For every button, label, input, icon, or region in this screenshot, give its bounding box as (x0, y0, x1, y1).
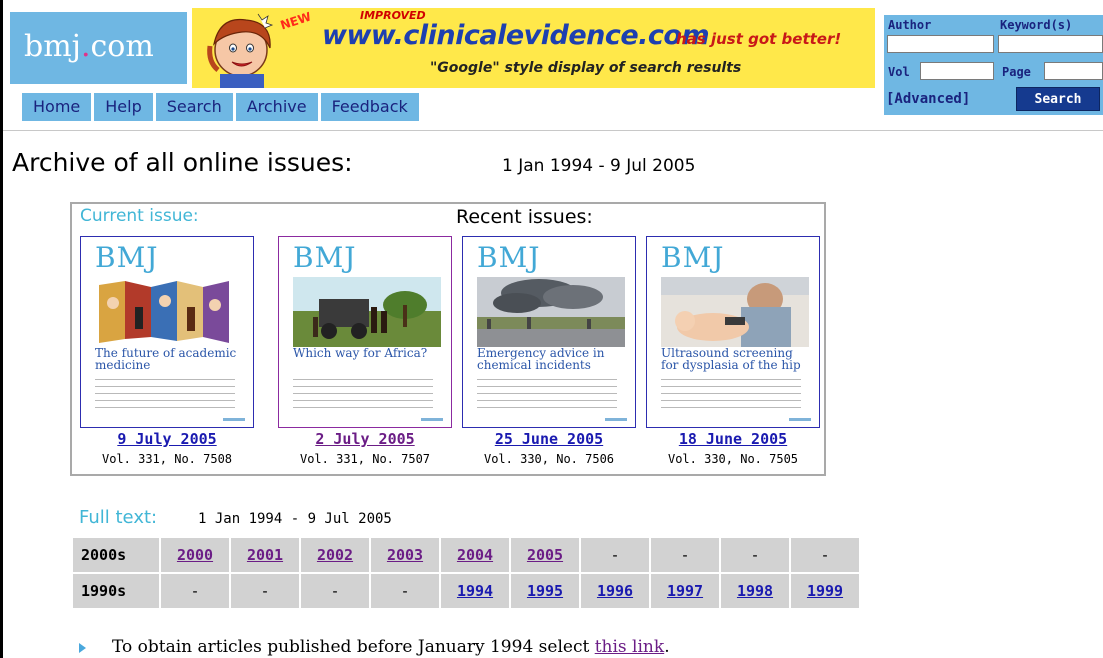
cover-footer-mark (223, 418, 245, 421)
issue-date-link-1[interactable]: 9 July 2005 (79, 430, 255, 448)
keywords-label: Keyword(s) (1000, 18, 1073, 32)
banner-tagline: has just got better! (676, 30, 842, 48)
full-text-range: 1 Jan 1994 - 9 Jul 2005 (198, 511, 392, 527)
issue-cover-4[interactable]: BMJ Ultrasound screening for dysplasia o… (646, 236, 820, 428)
nav-help[interactable]: Help (94, 93, 153, 121)
banner-new-badge: NEW (278, 9, 313, 33)
nav-home[interactable]: Home (22, 93, 92, 121)
year-link-1994[interactable]: 1994 (441, 574, 509, 608)
page-input[interactable] (1044, 62, 1103, 80)
cover-masthead: BMJ (293, 241, 357, 274)
issue-volume-1: Vol. 331, No. 7508 (101, 452, 233, 466)
cover-contents-lines (95, 379, 235, 414)
table-row: 2000s 2000 2001 2002 2003 2004 2005 - - … (73, 538, 859, 572)
year-link-2005[interactable]: 2005 (511, 538, 579, 572)
decade-label-1990s: 1990s (73, 574, 159, 608)
empty-year-cell: - (651, 538, 719, 572)
cover-headline: Emergency advice in chemical incidents (477, 346, 605, 372)
issue-date-link-2[interactable]: 2 July 2005 (277, 430, 453, 448)
issue-volume-2: Vol. 331, No. 7507 (299, 452, 431, 466)
full-text-label: Full text: (79, 507, 158, 528)
recent-issues-label: Recent issues: (456, 206, 593, 228)
quick-search-panel: Author Keyword(s) Vol Page [Advanced] Se… (884, 15, 1103, 115)
clinical-evidence-banner[interactable]: NEW IMPROVED www.clinicalevidence.com ha… (192, 8, 875, 88)
empty-year-cell: - (371, 574, 439, 608)
bmj-logo-text: bmj.com (24, 29, 154, 64)
vol-input[interactable] (920, 62, 994, 80)
year-link-1999[interactable]: 1999 (791, 574, 859, 608)
header-divider (3, 130, 1103, 131)
cover-headline: The future of academic medicine (95, 346, 237, 372)
banner-subtitle: "Google" style display of search results (430, 60, 742, 76)
cover-photo-africa (293, 277, 441, 347)
year-link-2003[interactable]: 2003 (371, 538, 439, 572)
nav-feedback[interactable]: Feedback (320, 93, 419, 121)
nav-search[interactable]: Search (155, 93, 233, 121)
issue-volume-4: Vol. 330, No. 7505 (667, 452, 799, 466)
year-link-1995[interactable]: 1995 (511, 574, 579, 608)
year-link-1998[interactable]: 1998 (721, 574, 789, 608)
year-link-2000[interactable]: 2000 (161, 538, 229, 572)
main-nav: Home Help Search Archive Feedback (22, 93, 419, 121)
recent-issues-panel: Current issue: Recent issues: BMJ The fu… (70, 202, 826, 476)
bmj-logo[interactable]: bmj.com (10, 12, 187, 84)
cover-footer-mark (789, 418, 811, 421)
current-issue-label: Current issue: (80, 206, 199, 226)
issue-date-link-3[interactable]: 25 June 2005 (461, 430, 637, 448)
cover-photo-infant-hip (661, 277, 809, 347)
cover-headline: Ultrasound screening for dysplasia of th… (661, 346, 801, 372)
cover-illustration-folding-screen (95, 277, 243, 347)
archive-date-range: 1 Jan 1994 - 9 Jul 2005 (502, 156, 696, 176)
year-link-2001[interactable]: 2001 (231, 538, 299, 572)
cover-headline: Which way for Africa? (293, 346, 428, 360)
year-link-2002[interactable]: 2002 (301, 538, 369, 572)
table-row: 1990s - - - - 1994 1995 1996 1997 1998 1… (73, 574, 859, 608)
cover-masthead: BMJ (477, 241, 541, 274)
empty-year-cell: - (231, 574, 299, 608)
issue-cover-3[interactable]: BMJ Emergency advice in chemical inciden… (462, 236, 636, 428)
empty-year-cell: - (721, 538, 789, 572)
nav-archive[interactable]: Archive (235, 93, 318, 121)
page-title: Archive of all online issues: (12, 148, 353, 177)
empty-year-cell: - (301, 574, 369, 608)
year-link-1996[interactable]: 1996 (581, 574, 649, 608)
issue-volume-3: Vol. 330, No. 7506 (483, 452, 615, 466)
page-label: Page (1002, 65, 1031, 79)
banner-url: www.clinicalevidence.com (322, 20, 710, 51)
issue-cover-1[interactable]: BMJ The future of academic medicine (80, 236, 254, 428)
author-input[interactable] (887, 35, 994, 53)
cover-contents-lines (477, 379, 617, 414)
empty-year-cell: - (161, 574, 229, 608)
window-left-edge (0, 0, 3, 658)
cover-contents-lines (661, 379, 801, 414)
cover-photo-chemical-smoke (477, 277, 625, 347)
cover-footer-mark (421, 418, 443, 421)
cover-masthead: BMJ (661, 241, 725, 274)
author-label: Author (888, 18, 932, 32)
bullet-arrow-icon (79, 643, 86, 653)
year-archive-table: 2000s 2000 2001 2002 2003 2004 2005 - - … (71, 536, 861, 610)
empty-year-cell: - (791, 538, 859, 572)
pre-1994-note: To obtain articles published before Janu… (112, 637, 670, 657)
year-link-2004[interactable]: 2004 (441, 538, 509, 572)
year-link-1997[interactable]: 1997 (651, 574, 719, 608)
advanced-search-link[interactable]: [Advanced] (886, 91, 970, 107)
cover-contents-lines (293, 379, 433, 414)
retro-woman-illustration (207, 13, 274, 88)
vol-label: Vol (888, 65, 910, 79)
issue-date-link-4[interactable]: 18 June 2005 (645, 430, 821, 448)
keywords-input[interactable] (998, 35, 1103, 53)
empty-year-cell: - (581, 538, 649, 572)
issue-cover-2[interactable]: BMJ Which way for Africa? (278, 236, 452, 428)
pre-1994-link[interactable]: this link (595, 637, 664, 657)
cover-masthead: BMJ (95, 241, 159, 274)
decade-label-2000s: 2000s (73, 538, 159, 572)
search-button[interactable]: Search (1016, 87, 1100, 111)
cover-footer-mark (605, 418, 627, 421)
